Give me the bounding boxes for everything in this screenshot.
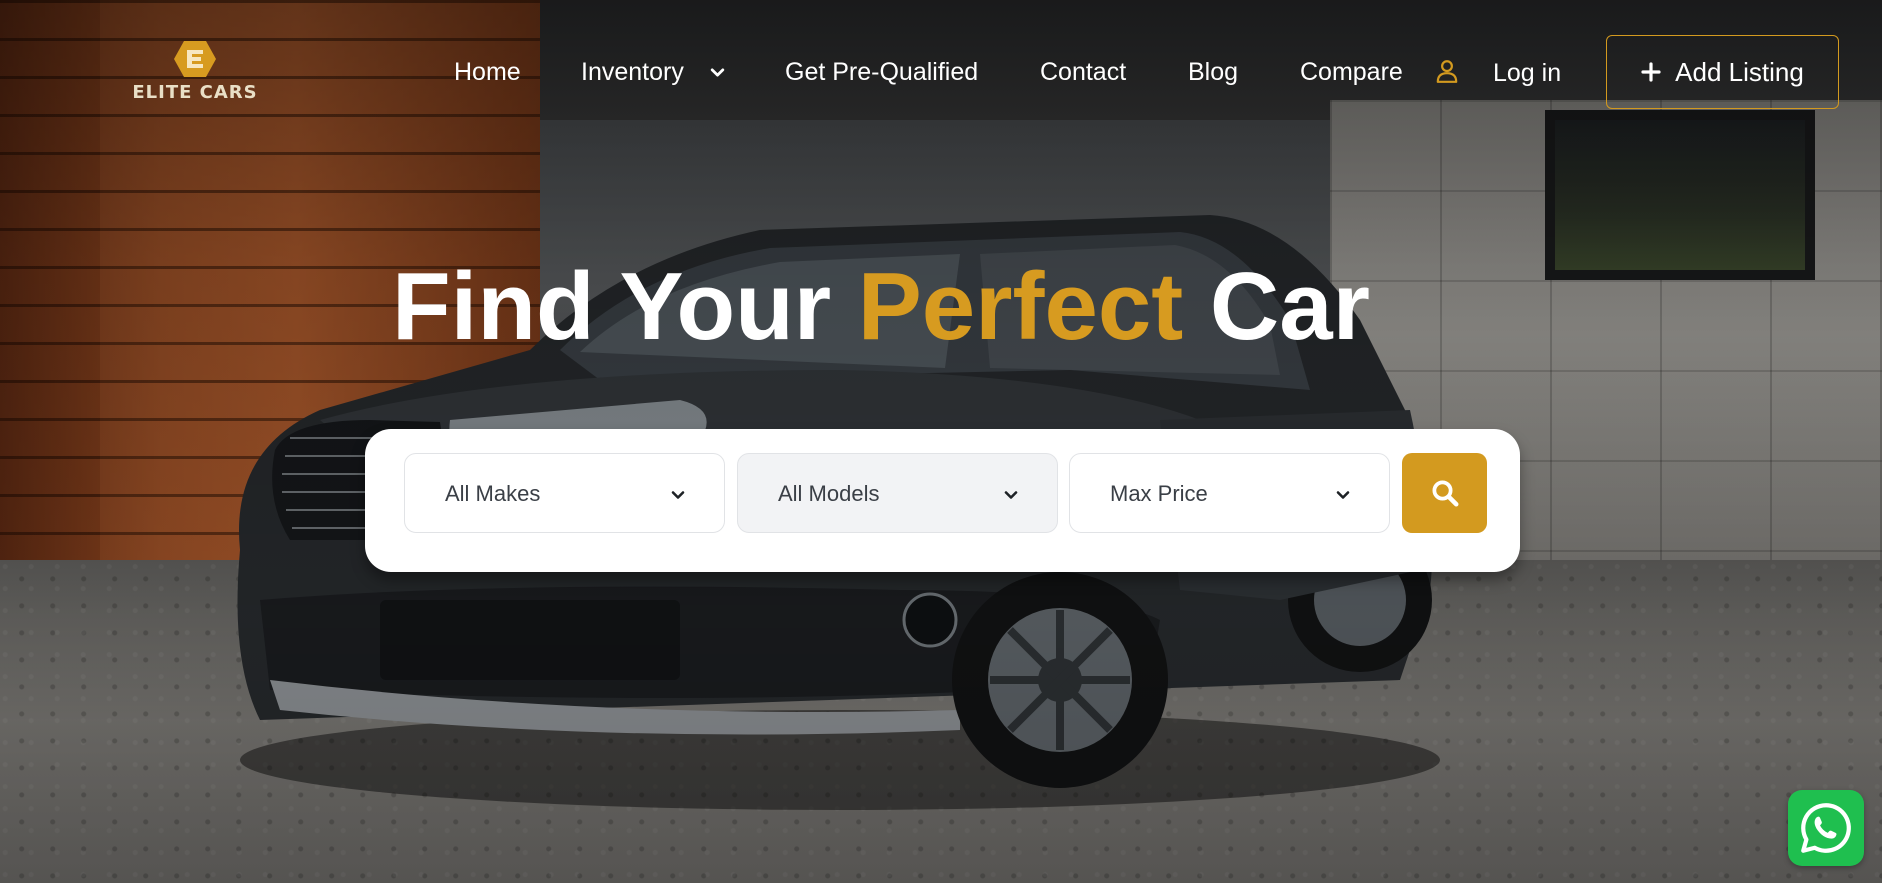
whatsapp-icon: [1801, 803, 1851, 853]
chevron-down-icon: [1004, 491, 1018, 499]
makes-select[interactable]: All Makes: [404, 453, 725, 533]
chevron-down-icon: [1336, 491, 1350, 499]
main-nav: Home Inventory Get Pre-Qualified Contact…: [0, 55, 1882, 89]
site-header: ELITE CARS Home Inventory Get Pre-Qualif…: [0, 0, 1882, 145]
hero-title-part1: Find Your: [392, 253, 832, 360]
max-price-select-value: Max Price: [1110, 481, 1208, 506]
hero-heading: Find Your Perfect Car: [0, 255, 1882, 359]
car-search-form: All Makes All Models Max Price: [365, 429, 1520, 572]
makes-select-value: All Makes: [445, 481, 541, 506]
hero-title-part2: Car: [1209, 253, 1370, 360]
nav-get-pre-qualified[interactable]: Get Pre-Qualified: [785, 55, 978, 89]
models-select-value: All Models: [778, 481, 880, 506]
hero-title-highlight: Perfect: [857, 253, 1184, 360]
nav-blog[interactable]: Blog: [1188, 55, 1238, 89]
add-listing-label: Add Listing: [1675, 56, 1804, 87]
chevron-down-icon[interactable]: [709, 64, 726, 81]
nav-contact[interactable]: Contact: [1040, 55, 1126, 89]
search-icon: [1432, 480, 1458, 507]
models-select[interactable]: All Models: [737, 453, 1058, 533]
nav-home[interactable]: Home: [454, 55, 521, 89]
login-link[interactable]: Log in: [1493, 56, 1561, 90]
nav-compare[interactable]: Compare: [1300, 55, 1403, 89]
user-icon[interactable]: [1434, 58, 1460, 84]
add-listing-button[interactable]: Add Listing: [1606, 35, 1839, 109]
nav-inventory[interactable]: Inventory: [581, 55, 684, 89]
chevron-down-icon: [671, 491, 685, 499]
max-price-select[interactable]: Max Price: [1069, 453, 1390, 533]
plus-icon: [1641, 62, 1661, 82]
whatsapp-button[interactable]: [1788, 790, 1864, 866]
search-button[interactable]: [1402, 453, 1487, 533]
